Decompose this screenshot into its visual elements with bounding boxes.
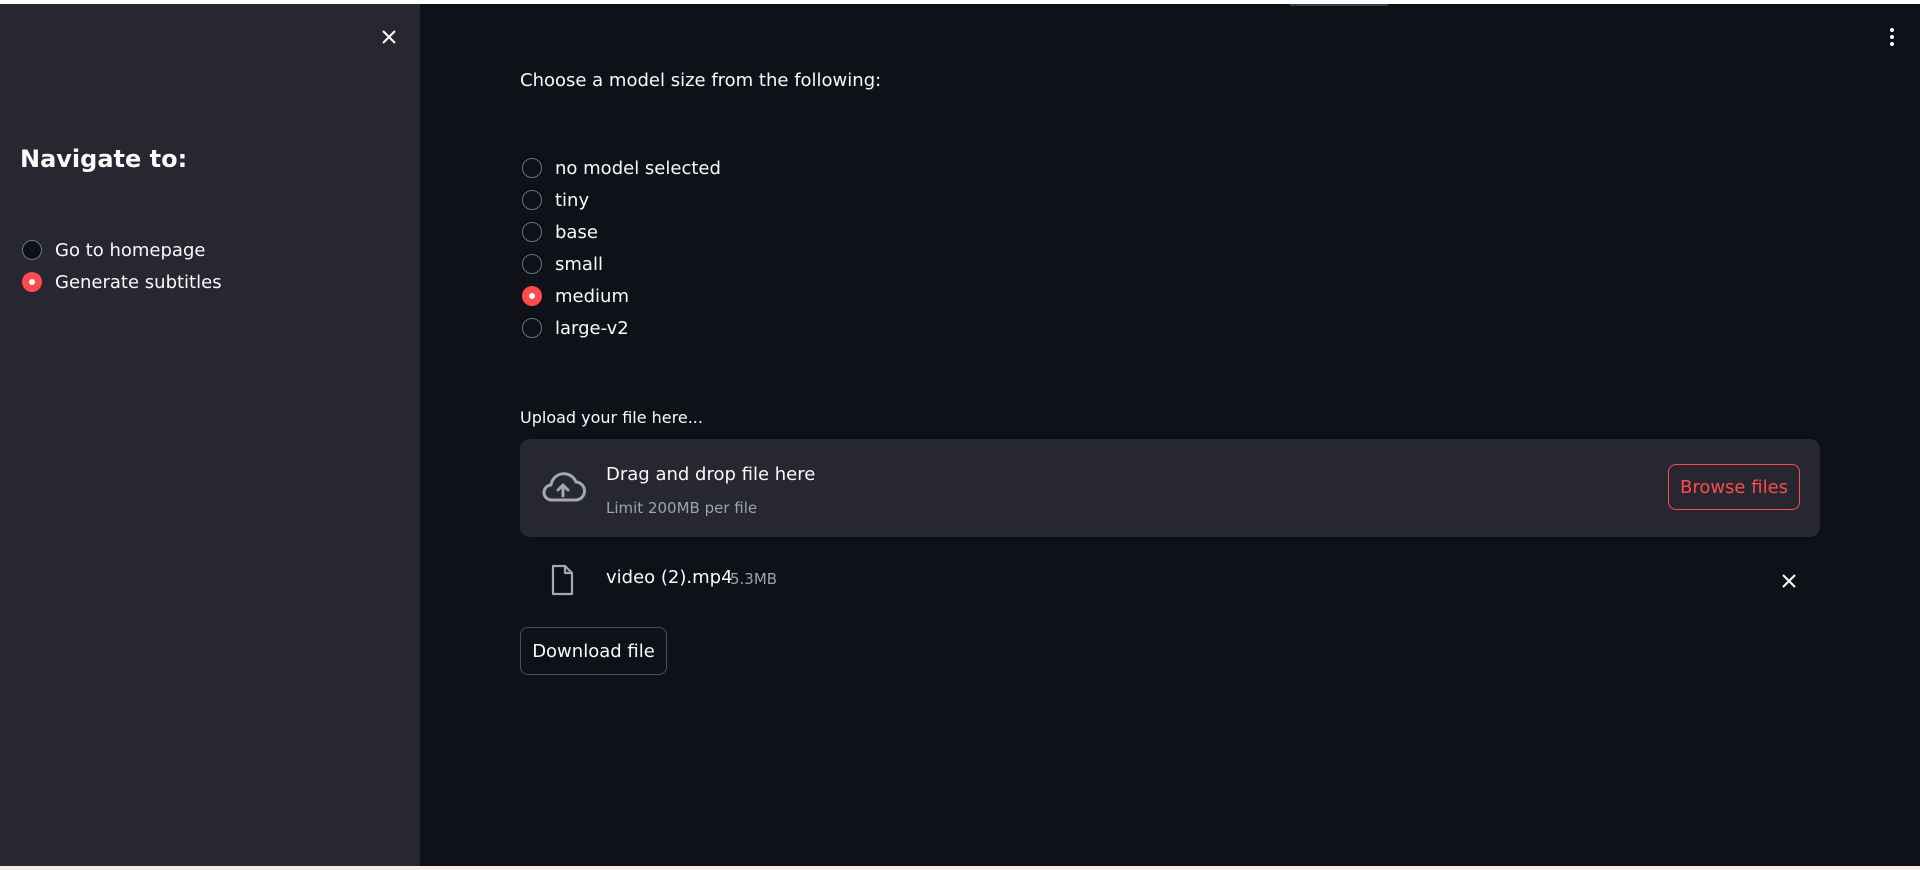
- model-option-label: no model selected: [555, 157, 721, 179]
- radio-button[interactable]: [522, 222, 542, 242]
- model-option-small[interactable]: small: [522, 248, 721, 280]
- nav-option-label: Go to homepage: [55, 239, 206, 261]
- dropzone-title: Drag and drop file here: [606, 464, 816, 485]
- browse-files-button[interactable]: Browse files: [1668, 464, 1800, 510]
- model-option-label: base: [555, 221, 598, 243]
- radio-button[interactable]: [522, 318, 542, 338]
- model-option-label: small: [555, 253, 603, 275]
- main-content: Choose a model size from the following: …: [520, 4, 1820, 866]
- model-option-base[interactable]: base: [522, 216, 721, 248]
- remove-file-icon: [1782, 574, 1796, 588]
- more-vertical-icon: [1890, 28, 1894, 46]
- radio-button[interactable]: [522, 158, 542, 178]
- main-menu-button[interactable]: [1882, 24, 1902, 52]
- close-sidebar-button[interactable]: [376, 24, 402, 50]
- remove-file-button[interactable]: [1776, 568, 1802, 594]
- file-name: video (2).mp4: [606, 567, 733, 588]
- download-file-button[interactable]: Download file: [520, 627, 667, 675]
- dropzone-limit: Limit 200MB per file: [606, 499, 758, 517]
- radio-button-selected[interactable]: [522, 286, 542, 306]
- model-option-label: tiny: [555, 189, 590, 211]
- nav-option-label: Generate subtitles: [55, 271, 222, 293]
- radio-button[interactable]: [522, 190, 542, 210]
- file-icon: [551, 564, 574, 596]
- model-size-radio-group: no model selected tiny base small medium…: [522, 152, 721, 344]
- model-option-large-v2[interactable]: large-v2: [522, 312, 721, 344]
- file-size: 5.3MB: [730, 570, 778, 588]
- model-option-no-model[interactable]: no model selected: [522, 152, 721, 184]
- close-icon: [382, 30, 396, 44]
- sidebar: Navigate to: Go to homepage Generate sub…: [0, 4, 420, 866]
- radio-button[interactable]: [22, 240, 42, 260]
- bottom-strip: [0, 866, 1920, 870]
- app-window: Navigate to: Go to homepage Generate sub…: [0, 4, 1920, 866]
- model-size-question: Choose a model size from the following:: [520, 70, 882, 91]
- nav-option-homepage[interactable]: Go to homepage: [22, 234, 222, 266]
- model-option-label: medium: [555, 285, 629, 307]
- model-option-label: large-v2: [555, 317, 629, 339]
- radio-button-selected[interactable]: [22, 272, 42, 292]
- model-option-medium[interactable]: medium: [522, 280, 721, 312]
- upload-label: Upload your file here...: [520, 408, 703, 427]
- cloud-upload-icon: [542, 472, 586, 502]
- model-option-tiny[interactable]: tiny: [522, 184, 721, 216]
- file-dropzone[interactable]: Drag and drop file here Limit 200MB per …: [520, 439, 1820, 537]
- sidebar-title: Navigate to:: [20, 145, 188, 173]
- navigation-radio-group: Go to homepage Generate subtitles: [22, 234, 222, 298]
- uploaded-file-row: video (2).mp4 5.3MB: [520, 561, 1820, 601]
- radio-button[interactable]: [522, 254, 542, 274]
- nav-option-generate-subtitles[interactable]: Generate subtitles: [22, 266, 222, 298]
